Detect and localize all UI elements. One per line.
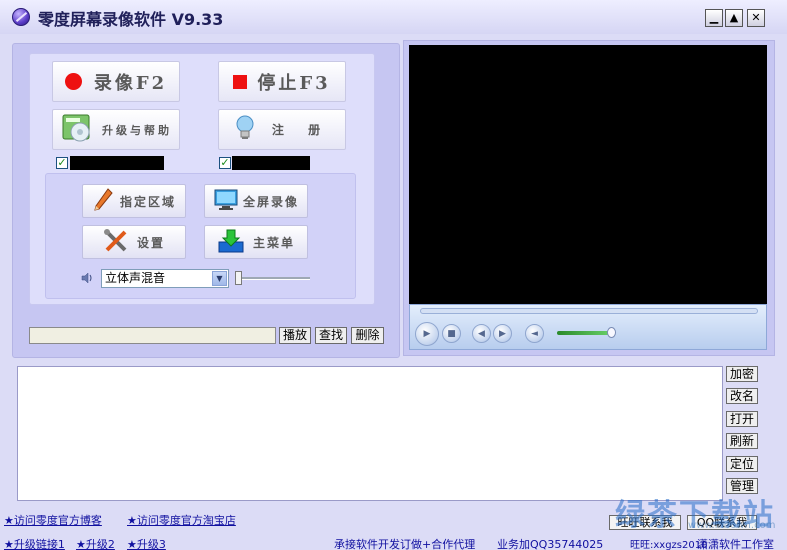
fullscreen-record-button[interactable]: 全屏录像 (204, 184, 308, 218)
register-label: 注 册 (271, 123, 331, 137)
main-menu-label: 主菜单 (252, 235, 295, 250)
studio-text: 潇潇软件工作室 (697, 538, 774, 550)
stop-square-icon (233, 74, 248, 89)
stop-icon[interactable]: ■ (442, 324, 461, 343)
stop-label: 停止F3 (257, 72, 331, 94)
find-button[interactable]: 查找 (315, 327, 347, 344)
select-region-button[interactable]: 指定区域 (82, 184, 186, 218)
minimize-button[interactable]: ▁ (705, 9, 723, 27)
business-qq-text: 业务加QQ35744025 (497, 538, 604, 550)
audio-volume-track[interactable] (237, 277, 310, 280)
audio-source-value: 立体声混音 (105, 271, 166, 285)
rename-button[interactable]: 改名 (726, 388, 758, 404)
play-button[interactable]: 播放 (279, 327, 311, 344)
speaker-icon (81, 272, 93, 284)
register-button[interactable]: 注 册 (218, 109, 346, 150)
play-icon[interactable]: ▶ (415, 322, 439, 346)
upgrade-box-icon (60, 113, 94, 146)
player-volume-track[interactable] (557, 331, 613, 335)
video-screen[interactable] (409, 45, 767, 304)
main-menu-button[interactable]: 主菜单 (204, 225, 308, 259)
close-button[interactable]: ✕ (747, 9, 765, 27)
checkbox-left[interactable]: ✓ (56, 157, 68, 169)
file-path-field[interactable] (29, 327, 276, 344)
settings-label: 设置 (136, 235, 165, 250)
stop-button[interactable]: 停止F3 (218, 61, 346, 102)
pencil-icon (92, 187, 114, 216)
upgrade-help-button[interactable]: 升级与帮助 (52, 109, 180, 150)
link-upgrade-2[interactable]: ★升级2 (76, 536, 115, 550)
previous-icon[interactable]: ◀ (472, 324, 491, 343)
locate-button[interactable]: 定位 (726, 456, 758, 472)
upgrade-help-label: 升级与帮助 (102, 123, 172, 137)
seek-bar[interactable] (420, 308, 758, 314)
next-icon[interactable]: ▶ (493, 324, 512, 343)
window-title: 零度屏幕录像软件 V9.33 (38, 10, 224, 29)
monitor-icon (213, 188, 239, 215)
app-logo-icon (12, 8, 30, 26)
link-upgrade-3[interactable]: ★升级3 (127, 536, 166, 550)
link-official-taobao[interactable]: ★访问零度官方淘宝店 (127, 512, 236, 528)
link-official-blog[interactable]: ★访问零度官方博客 (4, 512, 102, 528)
settings-button[interactable]: 设置 (82, 225, 186, 259)
link-upgrade-1[interactable]: ★升级链接1 (4, 536, 65, 550)
record-label: 录像F2 (93, 72, 168, 94)
wangwang-text: 旺旺:xxgzs2010 (630, 540, 708, 550)
delete-button[interactable]: 删除 (351, 327, 384, 344)
record-dot-icon (64, 73, 82, 90)
file-list[interactable] (17, 366, 723, 501)
download-icon (217, 228, 245, 257)
record-button[interactable]: 录像F2 (52, 61, 180, 102)
open-button[interactable]: 打开 (726, 411, 758, 427)
audio-volume-slider[interactable] (235, 271, 242, 285)
hotkey-field-right (232, 156, 310, 170)
fullscreen-record-label: 全屏录像 (242, 194, 299, 209)
mute-icon[interactable]: ◄ (525, 324, 544, 343)
player-volume-slider[interactable] (607, 327, 616, 338)
encrypt-button[interactable]: 加密 (726, 366, 758, 382)
agency-text: 承接软件开发订做+合作代理 (334, 538, 476, 550)
audio-source-select[interactable]: 立体声混音 ▼ (101, 269, 229, 288)
site-watermark-url: www.lhdown.com (688, 520, 776, 531)
refresh-button[interactable]: 刷新 (726, 433, 758, 449)
select-region-label: 指定区域 (119, 194, 176, 209)
chevron-down-icon[interactable]: ▼ (212, 271, 227, 286)
maximize-button[interactable]: ▲ (725, 9, 743, 27)
lightbulb-icon (234, 114, 256, 145)
hotkey-field-left (70, 156, 164, 170)
checkbox-right[interactable]: ✓ (219, 157, 231, 169)
tools-icon (103, 228, 129, 257)
